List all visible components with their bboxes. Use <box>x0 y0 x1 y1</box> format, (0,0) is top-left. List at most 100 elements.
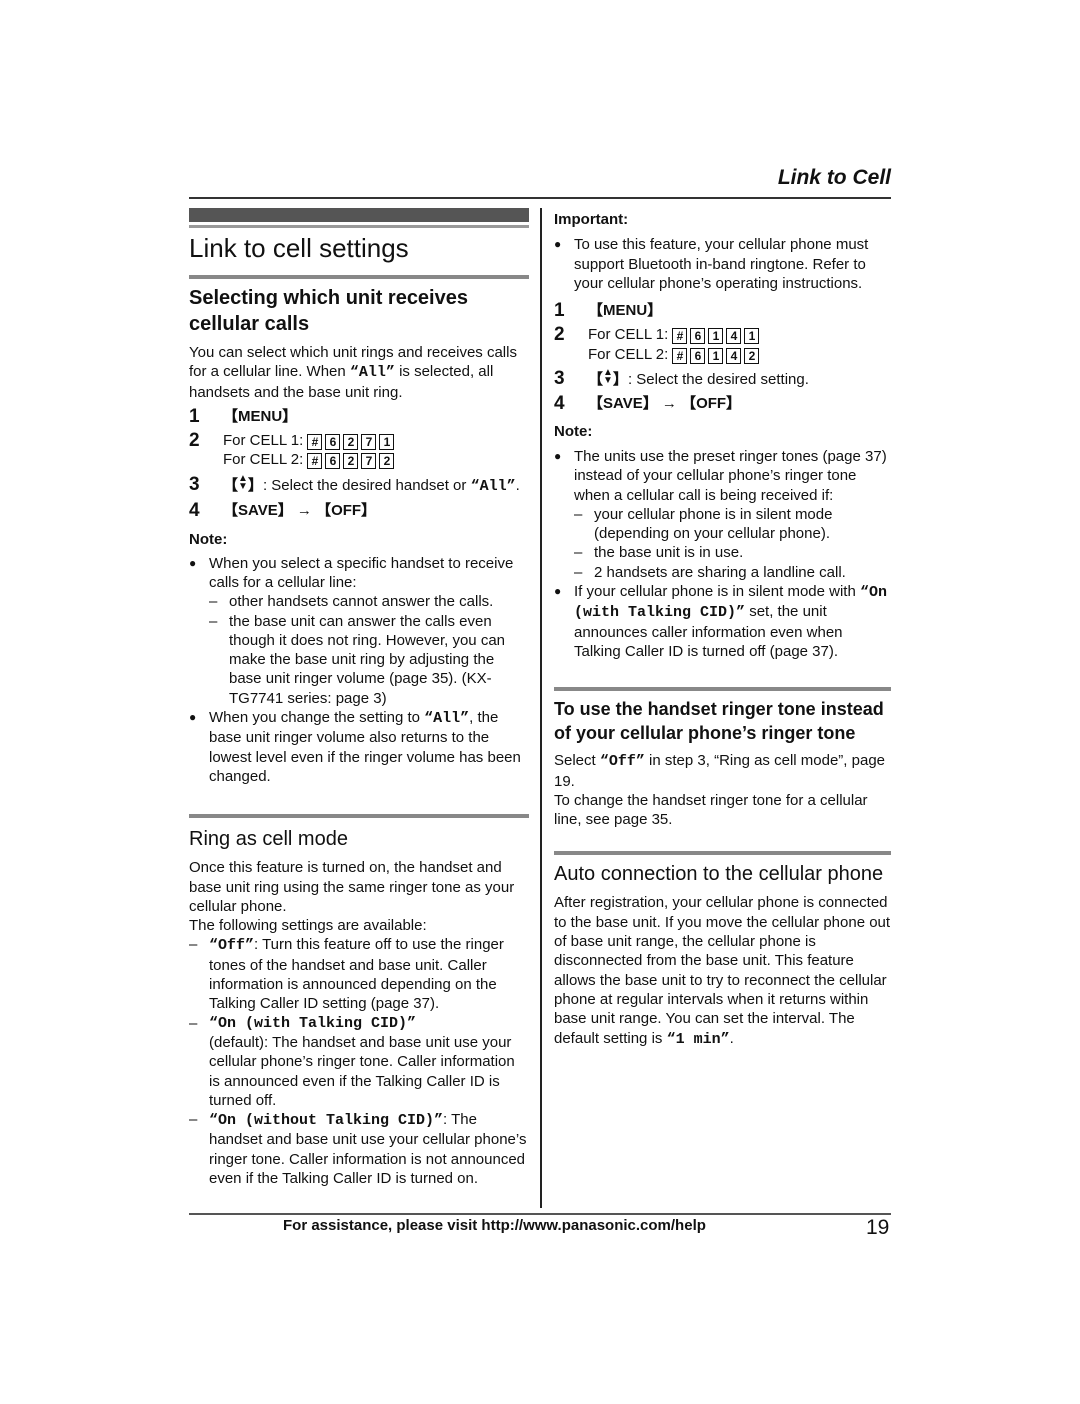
note-label: Note: <box>554 422 593 440</box>
dash-text: other handsets cannot answer the calls. <box>229 593 494 611</box>
note-bullet: ● If your cellular phone is in silent mo… <box>554 582 891 661</box>
dash-item: – your cellular phone is in silent mode (… <box>574 505 891 544</box>
code-off: “Off” <box>599 753 645 771</box>
bullet-icon: ● <box>189 555 197 570</box>
text: After registration, your cellular phone … <box>554 894 891 1047</box>
step-number: 1 <box>554 300 565 322</box>
important-bullet: ● To use this feature, your cellular pho… <box>554 235 891 293</box>
step-1: 1 【MENU】 <box>554 300 891 322</box>
important-label: Important: <box>554 211 629 228</box>
up-down-arrow-icon: ▲ ▼ <box>603 367 613 387</box>
cell1-label: For CELL 1: <box>588 326 673 344</box>
step-4: 4 【SAVE】 → 【OFF】 <box>189 500 529 522</box>
section-heading-ring-as-cell: Ring as cell mode <box>189 828 348 851</box>
step-number: 3 <box>189 473 200 495</box>
step-number: 2 <box>554 324 565 346</box>
dash-text: the base unit is in use. <box>594 544 744 562</box>
section-bar <box>189 814 529 819</box>
section-text: To change the handset ringer tone for a … <box>554 791 868 829</box>
column-divider <box>540 208 542 1208</box>
bullet-icon: ● <box>189 710 197 725</box>
section-bar <box>554 687 891 692</box>
note-label: Note: <box>189 531 228 549</box>
bullet-text: When you select a specific handset to re… <box>209 554 514 591</box>
key-icon: 2 <box>379 453 395 470</box>
cell2-label: For CELL 2: <box>223 451 308 469</box>
step-4: 4 【SAVE】 → 【OFF】 <box>554 393 891 415</box>
bracket: 】 <box>247 476 263 494</box>
key-icon: 2 <box>343 453 359 470</box>
section-heading-handset-ringer: To use the handset ringer tone instead o… <box>554 699 884 744</box>
left-column: Link to cell settings Selecting which un… <box>189 208 529 1188</box>
key-icon: 6 <box>690 328 706 345</box>
key-hash-icon: # <box>672 328 688 345</box>
key-icon: 1 <box>708 328 724 345</box>
key-icon: 1 <box>744 328 760 345</box>
step-text: : Select the desired handset or <box>262 476 471 494</box>
bracket: 【 <box>223 476 239 494</box>
footer-rule <box>189 1213 891 1215</box>
dash-item: – other handsets cannot answer the calls. <box>209 592 529 611</box>
key-icon: 1 <box>708 347 724 364</box>
bullet-text: The units use the preset ringer tones (p… <box>574 447 887 504</box>
dash-item: –2 handsets are sharing a landline call. <box>574 563 891 582</box>
code-on-with-cid: “On (with Talking CID)” <box>209 1014 417 1032</box>
footer-assistance: For assistance, please visit http://www.… <box>283 1217 706 1234</box>
option-off: – “Off”: Turn this feature off to use the… <box>189 936 504 1013</box>
code-on-without-cid: “On (without Talking CID)” <box>209 1112 444 1130</box>
note-bullet: ● When you select a specific handset to … <box>189 554 529 708</box>
section-text: Select “Off” in step 3, “Ring as cell mo… <box>554 751 891 791</box>
section-text: After registration, your cellular phone … <box>554 893 891 1048</box>
section-bar <box>189 275 529 279</box>
section-heading-auto-connection: Auto connection to the cellular phone <box>554 863 884 886</box>
code-off: “Off” <box>209 937 255 955</box>
key-icon: 7 <box>361 453 377 470</box>
code-1-min: “1 min” <box>666 1030 730 1048</box>
header-rule <box>189 197 891 199</box>
step-1: 1 【MENU】 <box>189 407 529 427</box>
cell2-sequence: For CELL 2: #6 1 4 2 <box>588 345 891 364</box>
cell1-label: For CELL 1: <box>223 432 308 450</box>
code-all: “All” <box>349 364 395 382</box>
key-icon: 2 <box>744 347 760 364</box>
step-3: 3 【▲ ▼】: Select the desired setting. <box>554 367 891 389</box>
bullet-text: When you change the setting to <box>209 709 425 727</box>
step-3: 3 【▲ ▼】: Select the desired handset or “A… <box>189 472 529 496</box>
up-down-arrow-icon: ▲ ▼ <box>238 472 248 492</box>
menu-key: 【MENU】 <box>588 302 663 320</box>
running-header: Link to Cell <box>777 166 891 189</box>
key-icon: 2 <box>343 434 359 451</box>
cell2-sequence: For CELL 2: #6 2 7 2 <box>223 450 529 470</box>
title-bar <box>189 208 529 225</box>
bullet-text: If your cellular phone is in silent mode… <box>574 583 860 601</box>
bracket: 【 <box>588 371 604 389</box>
save-off-keys: 【SAVE】 → 【OFF】 <box>588 395 742 413</box>
key-icon: 6 <box>325 453 341 470</box>
key-icon: 1 <box>379 434 395 451</box>
key-icon: 4 <box>726 347 742 364</box>
section-bar <box>554 851 891 856</box>
cell1-sequence: For CELL 1: #6 2 7 1 <box>223 431 529 451</box>
step-number: 4 <box>554 393 565 415</box>
key-hash-icon: # <box>672 347 688 364</box>
option-text: (default): The handset and base unit use… <box>209 1033 515 1109</box>
page-number: 19 <box>866 1216 890 1239</box>
bullet-icon: ● <box>554 237 562 252</box>
bracket: 】 <box>612 371 628 389</box>
dash-text: your cellular phone is in silent mode (d… <box>594 505 833 543</box>
text: . <box>729 1029 734 1047</box>
dash-text: the base unit can answer the calls even … <box>229 612 506 707</box>
bullet-icon: ● <box>554 448 562 463</box>
dash-item: – the base unit is in use. <box>574 543 891 562</box>
important-text: To use this feature, your cellular phone… <box>574 236 869 292</box>
step-number: 4 <box>189 500 200 522</box>
key-hash-icon: # <box>307 453 323 470</box>
note-bullet: ● When you change the setting to “All”, … <box>189 708 529 786</box>
note-bullet: ● The units use the preset ringer tones … <box>554 447 891 582</box>
key-icon: 4 <box>726 328 742 345</box>
key-icon: 6 <box>690 347 706 364</box>
key-icon: 6 <box>325 434 341 451</box>
text: Select <box>554 752 600 770</box>
option-on-without-cid: – “On (without Talking CID)”: The handset… <box>189 1111 527 1187</box>
section-heading-selecting-unit: Selecting which unit receives cellular c… <box>189 287 468 335</box>
